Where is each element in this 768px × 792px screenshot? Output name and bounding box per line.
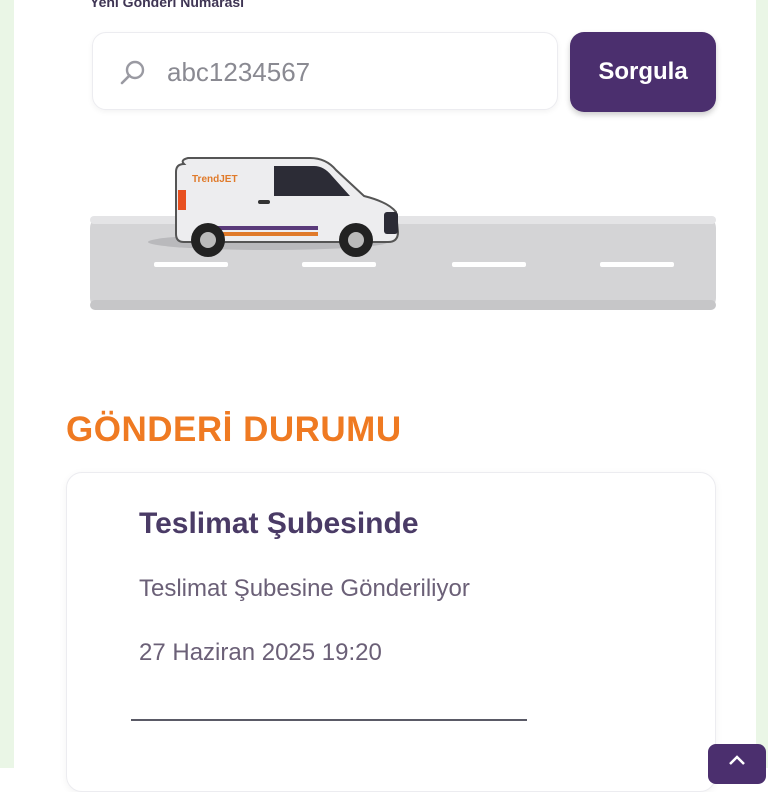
- van-brand-text: TrendJET: [192, 174, 238, 185]
- card-divider: [131, 719, 527, 721]
- tracking-page: Yeni Gönderi Numarası Sorgula: [14, 0, 756, 792]
- search-icon: [120, 60, 145, 85]
- status-title: Teslimat Şubesinde: [139, 507, 419, 540]
- query-button[interactable]: Sorgula: [570, 32, 716, 112]
- status-datetime: 27 Haziran 2025 19:20: [139, 639, 382, 666]
- shipment-status-heading: GÖNDERİ DURUMU: [66, 410, 402, 449]
- scroll-top-button[interactable]: [708, 744, 766, 784]
- delivery-van-illustration: TrendJET: [90, 157, 716, 310]
- right-edge-strip: [756, 0, 768, 768]
- left-edge-strip: [0, 0, 14, 768]
- status-description: Teslimat Şubesine Gönderiliyor: [139, 575, 470, 602]
- tracking-search-box[interactable]: [92, 32, 558, 110]
- tracking-number-label: Yeni Gönderi Numarası: [90, 0, 245, 10]
- status-card: Teslimat Şubesinde Teslimat Şubesine Gön…: [66, 472, 716, 792]
- chevron-up-icon: [729, 755, 745, 765]
- van: TrendJET: [148, 157, 400, 257]
- tracking-number-input[interactable]: [165, 49, 539, 95]
